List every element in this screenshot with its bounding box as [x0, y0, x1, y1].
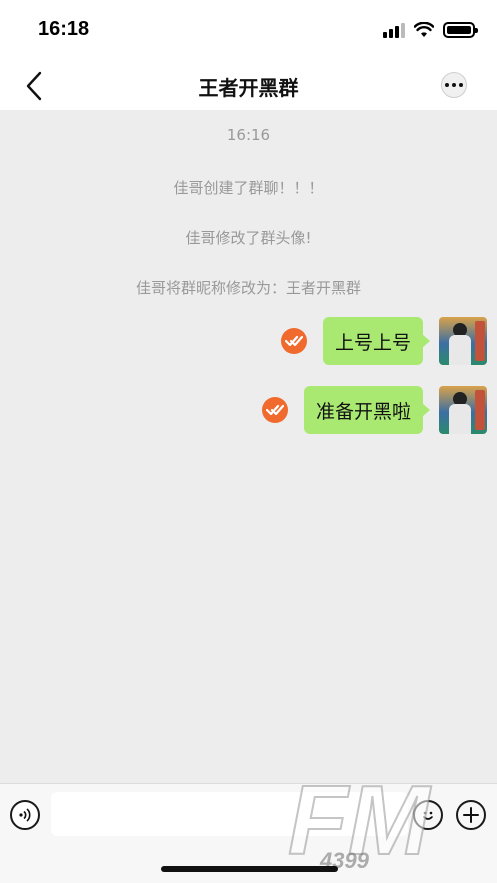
more-functions-button[interactable] — [456, 800, 486, 830]
message-bubble[interactable]: 准备开黑啦 — [303, 386, 431, 434]
status-time: 16:18 — [38, 18, 90, 40]
avatar[interactable] — [439, 317, 487, 365]
system-message: 佳哥将群昵称修改为：王者开黑群 — [135, 279, 361, 297]
avatar[interactable] — [439, 386, 487, 434]
message-row: 上号上号 — [280, 316, 487, 366]
more-dots-icon — [445, 83, 449, 87]
message-row: 准备开黑啦 — [261, 385, 487, 435]
message-input[interactable] — [51, 792, 408, 836]
voice-input-button[interactable] — [10, 800, 40, 830]
sent-check-icon — [280, 328, 307, 354]
status-icons — [383, 20, 478, 40]
cellular-signal-icon — [383, 22, 405, 38]
wifi-icon — [414, 22, 434, 37]
system-message: 佳哥创建了群聊！！！ — [173, 179, 324, 197]
plus-icon — [463, 807, 479, 823]
chat-area[interactable]: 16:16 佳哥创建了群聊！！！ 佳哥修改了群头像! 佳哥将群昵称修改为：王者开… — [0, 110, 497, 783]
battery-icon — [443, 22, 478, 38]
timestamp: 16:16 — [226, 126, 271, 144]
emoji-button[interactable] — [413, 800, 443, 830]
chat-title: 王者开黑群 — [198, 76, 299, 100]
system-message: 佳哥修改了群头像! — [185, 229, 312, 247]
smiley-icon — [423, 811, 433, 820]
sent-check-icon — [261, 397, 288, 423]
home-indicator[interactable] — [161, 866, 338, 872]
status-bar: 16:18 — [0, 0, 497, 60]
message-bubble[interactable]: 上号上号 — [322, 317, 431, 365]
voice-icon — [19, 808, 31, 822]
more-options-button[interactable] — [441, 72, 467, 98]
nav-bar: 王者开黑群 — [0, 60, 497, 110]
